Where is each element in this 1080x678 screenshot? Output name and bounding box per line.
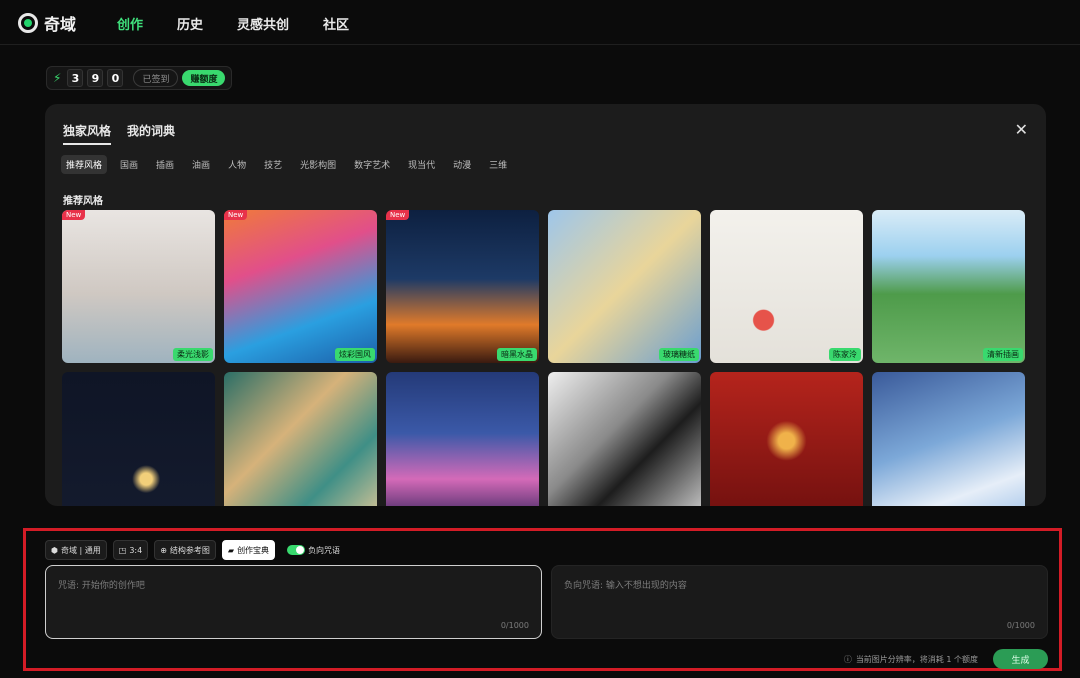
style-tabs: 独家风格 我的词典 [63,122,175,145]
main-nav: 创作 历史 灵感共创 社区 [117,14,383,33]
negative-prompt-input[interactable]: 负向咒语: 输入不想出现的内容 0/1000 [551,565,1048,639]
new-badge: New [224,210,248,220]
composer-toolbar: ⬢ 奇域 | 通用 ◳ 3:4 ⊕ 结构参考图 ▰ 创作宝典 负向咒语 [45,540,340,560]
style-label: 柔光浅影 [173,348,213,361]
negative-prompt-toggle[interactable]: 负向咒语 [287,545,340,556]
app-logo[interactable]: 奇域 [18,11,76,35]
nav-inspiration[interactable]: 灵感共创 [237,14,289,33]
lightning-icon: ⚡ [53,71,62,85]
model-label: 奇域 | 通用 [60,545,101,555]
prompt-placeholder: 咒语: 开始你的创作吧 [58,581,145,591]
category-item[interactable]: 动漫 [448,155,476,174]
style-card[interactable] [224,372,377,506]
credits-widget: ⚡ 3 9 0 已签到 赚额度 [46,66,233,90]
credit-digit: 3 [67,69,84,87]
new-badge: New [386,210,410,220]
style-card[interactable] [62,372,215,506]
checked-in-badge: 已签到 [133,69,179,87]
nav-create[interactable]: 创作 [117,14,143,33]
category-item[interactable]: 三维 [484,155,512,174]
top-bar: 奇域 创作 历史 灵感共创 社区 [0,0,1080,45]
category-item[interactable]: 插画 [151,155,179,174]
category-item[interactable]: 技艺 [259,155,287,174]
style-card[interactable]: 陈家泠 [710,210,863,363]
book-icon: ▰ [227,545,235,555]
cost-note-text: 当前图片分辨率，将消耗 1 个额度 [855,655,978,664]
category-filter: 推荐风格 国画 插画 油画 人物 技艺 光影构图 数字艺术 现当代 动漫 三维 [61,155,520,174]
nav-community[interactable]: 社区 [323,14,349,33]
style-card[interactable]: New 柔光浅影 [62,210,215,363]
section-title: 推荐风格 [63,196,103,207]
earn-credits-button[interactable]: 赚额度 [182,70,226,86]
dictionary-button[interactable]: ▰ 创作宝典 [221,540,276,560]
negative-toggle-label: 负向咒语 [308,545,341,555]
credit-digit: 0 [107,69,124,87]
cost-note: ⓘ 当前图片分辨率，将消耗 1 个额度 [844,654,978,665]
negative-prompt-placeholder: 负向咒语: 输入不想出现的内容 [564,581,687,591]
nav-history[interactable]: 历史 [177,14,203,33]
style-card[interactable]: New 炫彩国风 [224,210,377,363]
ratio-label: 3:4 [129,545,143,555]
tab-my-dictionary[interactable]: 我的词典 [127,122,175,145]
style-label: 炫彩国风 [335,348,375,361]
style-card[interactable] [710,372,863,506]
reference-label: 结构参考图 [169,545,210,555]
category-item[interactable]: 光影构图 [295,155,341,174]
negative-char-count: 0/1000 [1006,621,1035,630]
app-name: 奇域 [44,15,77,34]
style-card[interactable]: 玻璃糖纸 [548,210,701,363]
credit-digit: 9 [87,69,104,87]
style-label: 陈家泠 [829,348,861,361]
new-badge: New [62,210,86,220]
style-card[interactable]: New 暗黑水晶 [386,210,539,363]
prompt-input[interactable]: 咒语: 开始你的创作吧 0/1000 [45,565,542,639]
reference-image-button[interactable]: ⊕ 结构参考图 [154,540,216,560]
style-label: 暗黑水晶 [497,348,537,361]
prompt-char-count: 0/1000 [500,621,529,630]
style-card[interactable] [872,372,1025,506]
logo-icon [18,13,38,33]
category-item[interactable]: 国画 [115,155,143,174]
ratio-icon: ◳ [118,545,127,555]
style-card[interactable] [386,372,539,506]
style-label: 清新插画 [983,348,1023,361]
cube-icon: ⬢ [51,545,58,555]
ratio-select[interactable]: ◳ 3:4 [112,540,149,560]
styles-panel: 独家风格 我的词典 ✕ 推荐风格 国画 插画 油画 人物 技艺 光影构图 数字艺… [45,104,1046,506]
generate-button[interactable]: 生成 [993,649,1048,669]
category-item[interactable]: 现当代 [403,155,440,174]
style-label: 玻璃糖纸 [659,348,699,361]
category-item[interactable]: 人物 [223,155,251,174]
model-select[interactable]: ⬢ 奇域 | 通用 [45,540,107,560]
info-icon: ⓘ [843,655,852,664]
tab-exclusive-styles[interactable]: 独家风格 [63,122,112,145]
category-item[interactable]: 数字艺术 [349,155,395,174]
close-icon[interactable]: ✕ [1015,120,1028,139]
add-icon: ⊕ [160,545,167,555]
category-item[interactable]: 推荐风格 [61,155,108,174]
category-item[interactable]: 油画 [187,155,215,174]
style-card[interactable] [548,372,701,506]
dictionary-label: 创作宝典 [237,545,270,555]
toggle-switch[interactable] [287,545,306,555]
style-card[interactable]: 清新插画 [872,210,1025,363]
